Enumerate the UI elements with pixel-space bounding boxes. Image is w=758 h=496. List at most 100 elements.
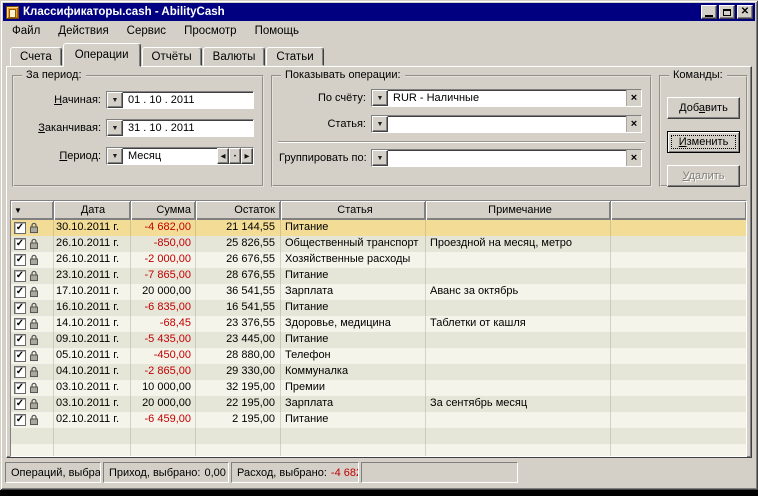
table-row[interactable]: ✓ 26.10.2011 г. -850,00 25 826,55 Общественн… xyxy=(11,236,746,252)
menu-item-service[interactable]: Сервис xyxy=(118,23,175,39)
start-date-value[interactable]: 01 . 10 . 2011 xyxy=(123,92,253,108)
table-row[interactable]: ✓ 14.10.2011 г. -68,45 23 376,55 Здоровье, м… xyxy=(11,316,746,332)
cell-balance: 29 330,00 xyxy=(196,364,281,380)
row-checkbox[interactable]: ✓ xyxy=(14,334,26,346)
row-checkbox[interactable]: ✓ xyxy=(14,286,26,298)
group-by-value[interactable] xyxy=(388,150,626,166)
cell-balance: 16 541,55 xyxy=(196,300,281,316)
start-date-dropdown-button[interactable]: ▼ xyxy=(107,92,123,108)
table-row[interactable]: ✓ 09.10.2011 г. -5 435,00 23 445,00 Питание xyxy=(11,332,746,348)
row-checkbox[interactable]: ✓ xyxy=(14,382,26,394)
lock-icon xyxy=(30,366,38,378)
period-value[interactable]: Месяц xyxy=(123,148,217,164)
row-select-cell: ✓ xyxy=(11,332,54,348)
period-prev-button[interactable]: ◀ xyxy=(217,148,229,164)
row-checkbox[interactable]: ✓ xyxy=(14,350,26,362)
group-by-clear-button[interactable]: × xyxy=(626,150,641,166)
cell-date: 26.10.2011 г. xyxy=(54,236,131,252)
end-date-dropdown-button[interactable]: ▼ xyxy=(107,120,123,136)
tab-articles[interactable]: Статьи xyxy=(266,47,324,66)
row-checkbox[interactable]: ✓ xyxy=(14,302,26,314)
cell-filler xyxy=(611,332,746,348)
table-row[interactable]: ✓ 02.10.2011 г. -6 459,00 2 195,00 Питание xyxy=(11,412,746,428)
close-button[interactable]: ✕ xyxy=(737,5,753,19)
row-checkbox[interactable]: ✓ xyxy=(14,222,26,234)
period-next-button[interactable]: ▶ xyxy=(241,148,253,164)
row-checkbox[interactable]: ✓ xyxy=(14,414,26,426)
article-filter-row: Статья: ▼ × xyxy=(279,115,642,133)
account-filter-value[interactable]: RUR - Наличные xyxy=(388,90,626,106)
column-header-date[interactable]: Дата xyxy=(54,201,131,220)
table-row[interactable]: ✓ 03.10.2011 г. 10 000,00 32 195,00 Премии xyxy=(11,380,746,396)
period-field[interactable]: ▼ Месяц ◀ • ▶ xyxy=(106,147,254,165)
group-by-dropdown-button[interactable]: ▼ xyxy=(372,150,388,166)
tab-currencies[interactable]: Валюты xyxy=(202,47,266,66)
cell-category: Питание xyxy=(281,412,426,428)
column-header-note[interactable]: Примечание xyxy=(426,201,611,220)
row-select-cell: ✓ xyxy=(11,364,54,380)
cell-note xyxy=(426,444,611,456)
row-checkbox[interactable]: ✓ xyxy=(14,398,26,410)
status-income-value: 0,00 xyxy=(204,466,226,479)
group-by-row: Группировать по: ▼ × xyxy=(279,149,642,167)
group-by-field[interactable]: ▼ × xyxy=(371,149,642,167)
cell-sum: -6 835,00 xyxy=(131,300,196,316)
period-dropdown-button[interactable]: ▼ xyxy=(107,148,123,164)
row-select-cell: ✓ xyxy=(11,268,54,284)
row-select-cell: ✓ xyxy=(11,396,54,412)
maximize-button[interactable] xyxy=(719,5,735,19)
article-filter-value[interactable] xyxy=(388,116,626,132)
cell-filler xyxy=(611,380,746,396)
cell-balance: 21 144,55 xyxy=(196,220,281,236)
menu-item-file[interactable]: Файл xyxy=(3,23,49,39)
cell-note: Аванс за октябрь xyxy=(426,284,611,300)
period-groupbox-title: За период: xyxy=(22,69,86,81)
commands-groupbox: Команды: Добавить Изменить Удалить xyxy=(659,69,748,187)
row-checkbox[interactable]: ✓ xyxy=(14,318,26,330)
tab-reports[interactable]: Отчёты xyxy=(141,47,202,66)
table-row[interactable]: ✓ 03.10.2011 г. 20 000,00 22 195,00 Зарплата… xyxy=(11,396,746,412)
end-date-row: Заканчивая: ▼ 31 . 10 . 2011 xyxy=(20,119,254,137)
menubar: Файл Действия Сервис Просмотр Помощь xyxy=(3,21,755,41)
cell-balance xyxy=(196,444,281,456)
cell-date: 17.10.2011 г. xyxy=(54,284,131,300)
chevron-down-icon: ▼ xyxy=(376,94,384,102)
table-row[interactable]: ✓ 26.10.2011 г. -2 000,00 26 676,55 Хозяйств… xyxy=(11,252,746,268)
account-clear-button[interactable]: × xyxy=(626,90,641,106)
menu-item-help[interactable]: Помощь xyxy=(246,23,308,39)
table-row[interactable]: ✓ 23.10.2011 г. -7 865,00 28 676,55 Питание xyxy=(11,268,746,284)
row-checkbox[interactable]: ✓ xyxy=(14,254,26,266)
column-header-balance[interactable]: Остаток xyxy=(196,201,281,220)
row-select-cell: ✓ xyxy=(11,284,54,300)
menu-item-view[interactable]: Просмотр xyxy=(175,23,246,39)
column-header-category[interactable]: Статья xyxy=(281,201,426,220)
table-row[interactable]: ✓ 16.10.2011 г. -6 835,00 16 541,55 Питание xyxy=(11,300,746,316)
period-current-button[interactable]: • xyxy=(229,148,241,164)
end-date-field[interactable]: ▼ 31 . 10 . 2011 xyxy=(106,119,254,137)
row-checkbox[interactable]: ✓ xyxy=(14,366,26,378)
minimize-button[interactable] xyxy=(701,5,717,19)
article-dropdown-button[interactable]: ▼ xyxy=(372,116,388,132)
tab-operations[interactable]: Операции xyxy=(62,43,141,67)
start-date-field[interactable]: ▼ 01 . 10 . 2011 xyxy=(106,91,254,109)
row-checkbox[interactable]: ✓ xyxy=(14,270,26,282)
filter-column-header[interactable]: ▼ xyxy=(11,201,54,220)
table-row[interactable]: ✓ 17.10.2011 г. 20 000,00 36 541,55 Зарплата… xyxy=(11,284,746,300)
edit-button[interactable]: Изменить xyxy=(667,131,740,153)
chevron-down-icon: ▼ xyxy=(111,96,119,104)
tab-accounts[interactable]: Счета xyxy=(10,47,62,66)
column-header-sum[interactable]: Сумма xyxy=(131,201,196,220)
lock-icon xyxy=(30,334,38,346)
table-row[interactable]: ✓ 04.10.2011 г. -2 865,00 29 330,00 Коммунал… xyxy=(11,364,746,380)
end-date-value[interactable]: 31 . 10 . 2011 xyxy=(123,120,253,136)
account-filter-field[interactable]: ▼ RUR - Наличные × xyxy=(371,89,642,107)
table-row[interactable]: ✓ 30.10.2011 г. -4 682,00 21 144,55 Питание xyxy=(11,220,746,236)
cell-balance: 26 676,55 xyxy=(196,252,281,268)
account-dropdown-button[interactable]: ▼ xyxy=(372,90,388,106)
row-checkbox[interactable]: ✓ xyxy=(14,238,26,250)
menu-item-actions[interactable]: Действия xyxy=(49,23,117,39)
article-clear-button[interactable]: × xyxy=(626,116,641,132)
table-row[interactable]: ✓ 05.10.2011 г. -450,00 28 880,00 Телефон xyxy=(11,348,746,364)
article-filter-field[interactable]: ▼ × xyxy=(371,115,642,133)
add-button[interactable]: Добавить xyxy=(667,97,740,119)
